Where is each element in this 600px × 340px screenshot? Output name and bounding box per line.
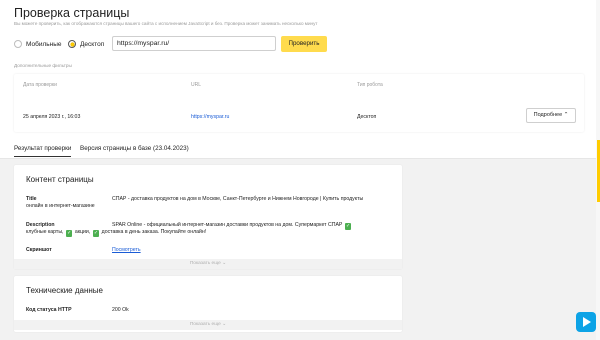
show-more-label: Показать еще [189, 261, 221, 266]
extra-filters-link[interactable]: Дополнительные фильтры [14, 63, 72, 68]
top-panel: Проверка страницы Вы можете проверить, к… [0, 0, 600, 157]
radio-desktop[interactable]: Десктоп [68, 40, 104, 48]
description-text-2a: клубные карты, [26, 229, 64, 235]
show-more-button[interactable]: Показать еще ⌄ [14, 259, 402, 269]
radio-mobile-label: Мобильные [26, 40, 62, 48]
header-robot: Тип робота [357, 82, 383, 88]
content-area: Контент страницы Title СПАР - доставка п… [0, 158, 600, 340]
content-section-title: Контент страницы [26, 175, 94, 184]
chevron-up-icon: ⌃ [563, 112, 569, 118]
page-subtitle: Вы можете проверить, как отображаются ст… [14, 21, 318, 26]
radio-mobile[interactable]: Мобильные [14, 40, 62, 48]
tab-result[interactable]: Результат проверки [14, 145, 72, 157]
details-button[interactable]: Подробнее ⌃ [526, 108, 576, 123]
tab-page-version[interactable]: Версия страницы в базе (23.04.2023) [80, 145, 189, 152]
url-input[interactable]: https://myspar.ru/ [112, 36, 276, 51]
radio-desktop-label: Десктоп [80, 40, 105, 48]
checkmark-icon: ✓ [65, 230, 73, 237]
description-text-1: SPAR Online - официальный интернет-магаз… [112, 222, 343, 228]
chevron-down-icon: ⌄ [222, 261, 227, 266]
tech-section: Технические данные Код статуса HTTP 200 … [14, 276, 402, 332]
chevron-down-icon: ⌄ [222, 322, 227, 327]
page-title: Проверка страницы [14, 6, 130, 20]
cell-robot: Десктоп [357, 114, 377, 120]
http-status-label: Код статуса HTTP [26, 307, 72, 313]
description-line2: клубные карты, ✓ акции, ✓ доставка в ден… [26, 229, 206, 237]
screenshot-link[interactable]: Посмотреть [112, 247, 141, 253]
check-button[interactable]: Проверить [281, 36, 327, 52]
radio-desktop-dot[interactable] [68, 40, 76, 48]
cell-url-link[interactable]: https://myspar.ru [191, 114, 229, 120]
screenshot-label: Скриншот [26, 247, 52, 253]
title-label: Title [26, 196, 37, 202]
radio-mobile-dot[interactable] [14, 40, 22, 48]
description-text-2c: доставка в день заказа. Покупайте онлайн… [101, 229, 207, 235]
details-button-label: Подробнее [533, 112, 563, 118]
checkmark-icon: ✓ [344, 223, 352, 230]
checkmark-icon: ✓ [92, 230, 100, 237]
description-text-2b: акции, [74, 229, 91, 235]
header-url: URL [191, 82, 202, 88]
tech-section-title: Технические данные [26, 286, 104, 295]
show-more-label: Показать еще [189, 322, 221, 327]
http-status-value: 200 Ok [112, 307, 129, 313]
show-more-button[interactable]: Показать еще ⌄ [14, 320, 402, 330]
title-value: СПАР - доставка продуктов на дом в Москв… [112, 196, 364, 202]
content-section: Контент страницы Title СПАР - доставка п… [14, 165, 402, 269]
title-value-cont: онлайн в интернет-магазине [26, 203, 95, 209]
header-date: Дата проверки [23, 82, 57, 88]
cell-date: 25 апреля 2023 г., 16:03 [23, 114, 81, 120]
play-icon[interactable] [576, 312, 596, 332]
result-card: Дата проверки URL Тип робота 25 апреля 2… [14, 74, 584, 132]
description-label: Description [26, 222, 55, 228]
